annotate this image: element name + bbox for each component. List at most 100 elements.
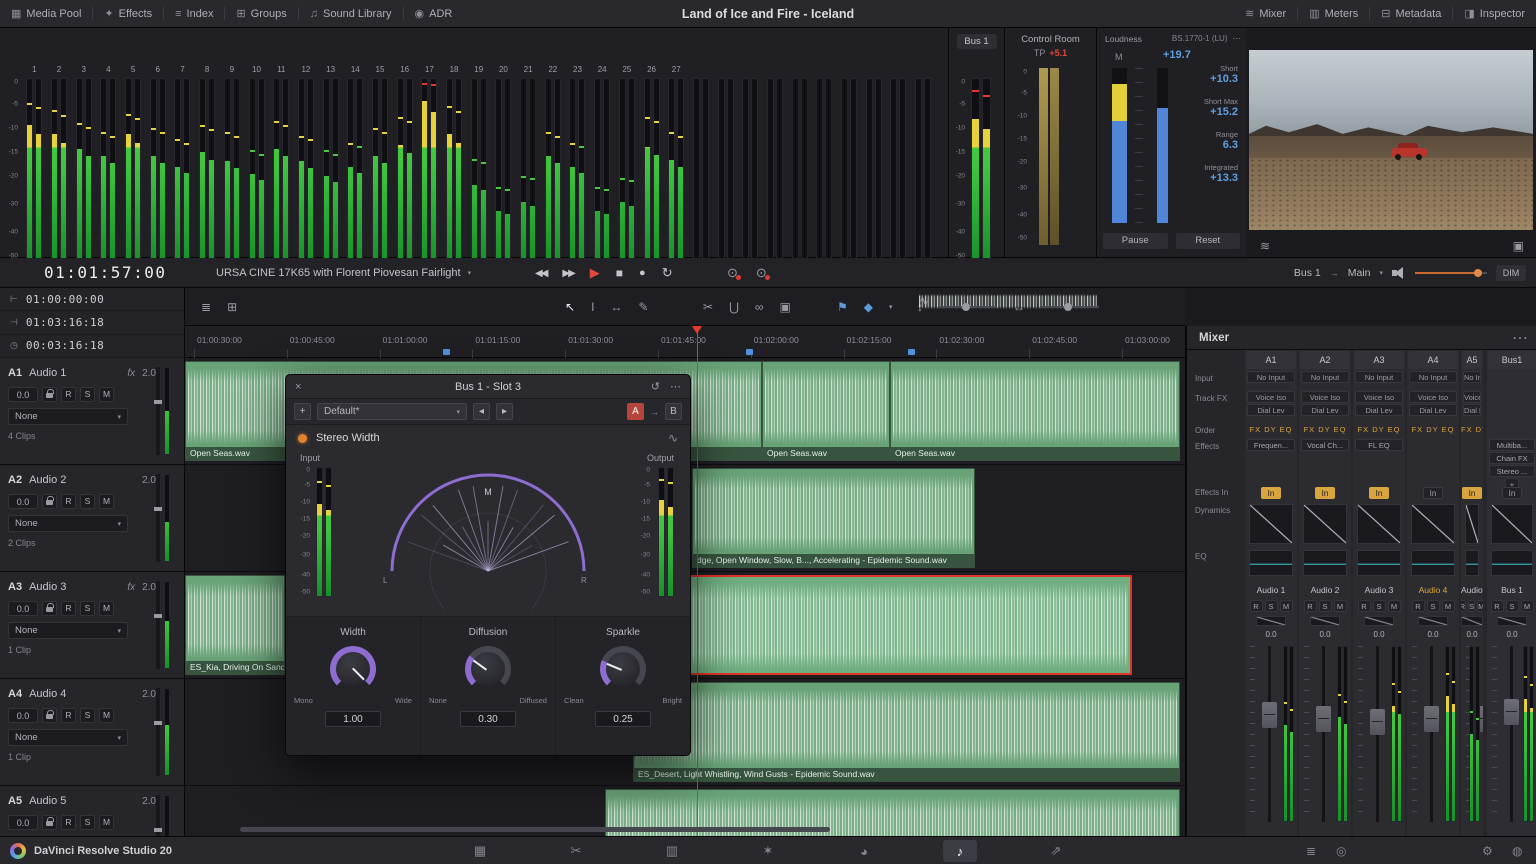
strip-m-button[interactable]: M (1334, 600, 1347, 612)
track-fx-chip[interactable]: Dial Lev (1355, 404, 1403, 416)
strip-s-button[interactable]: S (1319, 600, 1332, 612)
ab-a-button[interactable]: A (627, 403, 644, 420)
fastforward-button[interactable]: ▶▶ (562, 268, 573, 279)
track-bus-dropdown[interactable]: None▾ (8, 408, 128, 425)
effect-chip[interactable]: Stereo ... (1489, 465, 1535, 477)
topbar-meters[interactable]: ▥Meters (1298, 0, 1369, 27)
rewind-button[interactable]: ◀◀ (535, 268, 546, 279)
dim-button[interactable]: DIM (1496, 265, 1526, 281)
knob-value[interactable]: 1.00 (325, 711, 381, 727)
speaker-icon[interactable] (1392, 267, 1406, 279)
pan-control[interactable] (1256, 616, 1286, 626)
range-tool-icon[interactable]: I (591, 300, 594, 314)
knob-dial[interactable] (330, 646, 376, 692)
fx-order[interactable]: FX DY EQ (1461, 422, 1483, 437)
track-bus-dropdown[interactable]: None▾ (8, 729, 128, 746)
track-r-button[interactable]: R (61, 494, 76, 509)
track-fx-chip[interactable]: Voice Iso (1247, 391, 1295, 403)
track-fx-chip[interactable]: Voice Iso (1409, 391, 1457, 403)
plugin-power-toggle[interactable] (298, 434, 307, 443)
stop-button[interactable]: ■ (616, 266, 623, 280)
loop-button[interactable]: ↻ (662, 265, 673, 281)
track-header-A3[interactable]: A3Audio 3fx2.0 0.0RSM None▾ 1 Clip (0, 572, 184, 679)
bus-tab[interactable]: Bus 1 (956, 34, 996, 49)
fx-order[interactable]: FX DY EQ (1245, 422, 1297, 437)
timeline-ruler[interactable]: 01:00:30:0001:00:45:0001:01:00:0001:01:1… (185, 326, 1185, 358)
page-deliver[interactable]: ⇗ (1039, 840, 1073, 862)
track-s-button[interactable]: S (80, 494, 95, 509)
page-fusion[interactable]: ✶ (751, 840, 785, 862)
lock-icon[interactable] (42, 815, 57, 830)
settings-icon[interactable]: ⚙ (1482, 837, 1493, 864)
volume-slider[interactable] (1415, 272, 1487, 274)
monitor-bus-label[interactable]: Bus 1 (1294, 267, 1321, 279)
effect-chip[interactable]: Vocal Ch... (1301, 439, 1349, 451)
track-volume[interactable]: 0.0 (8, 815, 38, 830)
track-s-button[interactable]: S (80, 815, 95, 830)
effects-in-toggle[interactable]: In (1502, 487, 1522, 499)
page-color[interactable]: ◕ (847, 840, 881, 862)
track-m-button[interactable]: M (99, 601, 114, 616)
effect-chip[interactable]: Frequen... (1247, 439, 1295, 451)
input-select[interactable]: No Input (1463, 371, 1481, 383)
track-volume[interactable]: 0.0 (8, 387, 38, 402)
track-fx-chip[interactable]: Dial Lev (1409, 404, 1457, 416)
eq-graph[interactable] (1491, 550, 1533, 576)
track-mini-fader[interactable] (156, 581, 178, 669)
pointer-tool-icon[interactable]: ↖ (565, 300, 575, 314)
curve-icon[interactable]: ∿ (668, 431, 678, 445)
fader-value[interactable]: 0.0 (1487, 628, 1536, 642)
strip-s-button[interactable]: S (1468, 600, 1475, 612)
topbar-sound-library[interactable]: ♫Sound Library (299, 0, 403, 27)
track-mini-fader[interactable] (156, 688, 178, 776)
lock-icon[interactable] (42, 601, 57, 616)
channel-fader[interactable] (1463, 644, 1481, 824)
zoom-slider[interactable] (939, 306, 997, 308)
fx-order[interactable]: FX DY EQ (1299, 422, 1351, 437)
channel-fader[interactable] (1489, 644, 1535, 824)
user-icon[interactable]: ◍ (1512, 837, 1522, 864)
track-r-button[interactable]: R (61, 708, 76, 723)
zoom-slider[interactable] (1041, 306, 1099, 308)
input-select[interactable]: No Input (1355, 371, 1403, 383)
fader-value[interactable]: 0.0 (1353, 628, 1405, 642)
channel-fader[interactable] (1409, 644, 1457, 824)
page-fairlight[interactable]: ♪ (943, 840, 977, 862)
strip-r-button[interactable]: R (1461, 600, 1466, 612)
eq-graph[interactable] (1303, 550, 1347, 576)
timeline-marker[interactable] (746, 349, 753, 355)
plugin-menu-icon[interactable]: ⋯ (670, 380, 681, 393)
pause-button[interactable]: Pause (1103, 233, 1168, 249)
eq-graph[interactable] (1465, 550, 1479, 576)
next-preset-button[interactable]: ▸ (496, 403, 513, 420)
strip-r-button[interactable]: R (1358, 600, 1371, 612)
track-fx-chip[interactable]: Dial Lev (1463, 404, 1481, 416)
track-volume[interactable]: 0.0 (8, 601, 38, 616)
fx-order[interactable]: FX DY EQ (1353, 422, 1405, 437)
keyboard-icon[interactable]: ≣ (1306, 837, 1316, 864)
dynamics-graph[interactable] (1411, 504, 1455, 544)
track-header-A1[interactable]: A1Audio 1fx2.0 0.0RSM None▾ 4 Clips (0, 358, 184, 465)
flag-tool-icon[interactable]: ⚑ (837, 300, 848, 314)
punch-record-icon[interactable]: ⊙ (756, 265, 767, 281)
track-mini-fader[interactable] (156, 474, 178, 562)
track-r-button[interactable]: R (61, 387, 76, 402)
effects-in-toggle[interactable]: In (1423, 487, 1443, 499)
preset-dropdown[interactable]: Default* ▾ (317, 403, 467, 420)
knob-diffusion[interactable]: Diffusion NoneDiffused 0.30 (421, 617, 556, 755)
strip-s-button[interactable]: S (1373, 600, 1386, 612)
link-tool-icon[interactable]: ∞ (755, 300, 764, 314)
dynamics-graph[interactable] (1357, 504, 1401, 544)
audio-clip[interactable]: ES_Kia, Driving On Sand (185, 575, 285, 675)
effect-chip[interactable]: Chain FX (1489, 452, 1535, 464)
track-header-A2[interactable]: A2Audio 22.0 0.0RSM None▾ 2 Clips (0, 465, 184, 572)
input-select[interactable]: No Input (1247, 371, 1295, 383)
effects-in-toggle[interactable]: In (1261, 487, 1281, 499)
play-button[interactable]: ▶ (590, 265, 600, 281)
timecode-duration[interactable]: ◷00:03:16:18 (0, 335, 184, 358)
knob-width[interactable]: Width MonoWide 1.00 (286, 617, 421, 755)
effects-in-toggle[interactable]: In (1315, 487, 1335, 499)
track-bus-dropdown[interactable]: None▾ (8, 622, 128, 639)
timeline-marker[interactable] (443, 349, 450, 355)
input-select[interactable]: No Input (1301, 371, 1349, 383)
